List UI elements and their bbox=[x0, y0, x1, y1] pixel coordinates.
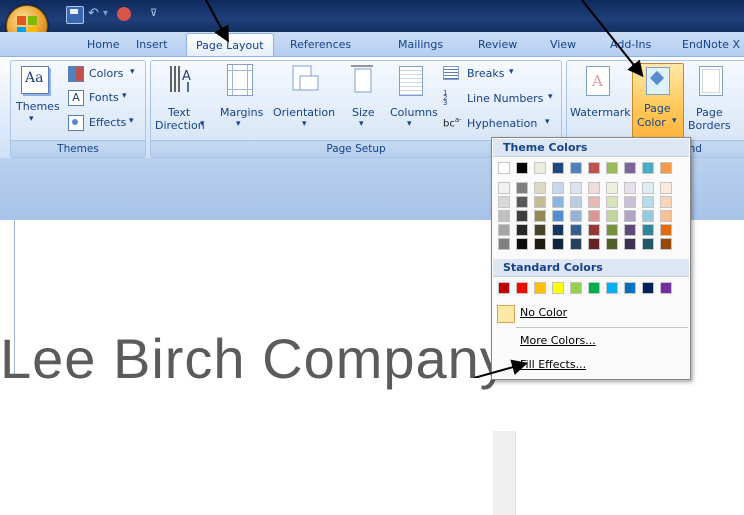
annotation-arrows bbox=[205, 0, 644, 378]
arrow-to-fill-effects bbox=[473, 359, 528, 378]
arrow-to-page-layout-tab bbox=[205, 0, 229, 43]
menu-icon-gutter bbox=[493, 431, 516, 515]
arrow-to-page-color-button bbox=[581, 0, 644, 78]
